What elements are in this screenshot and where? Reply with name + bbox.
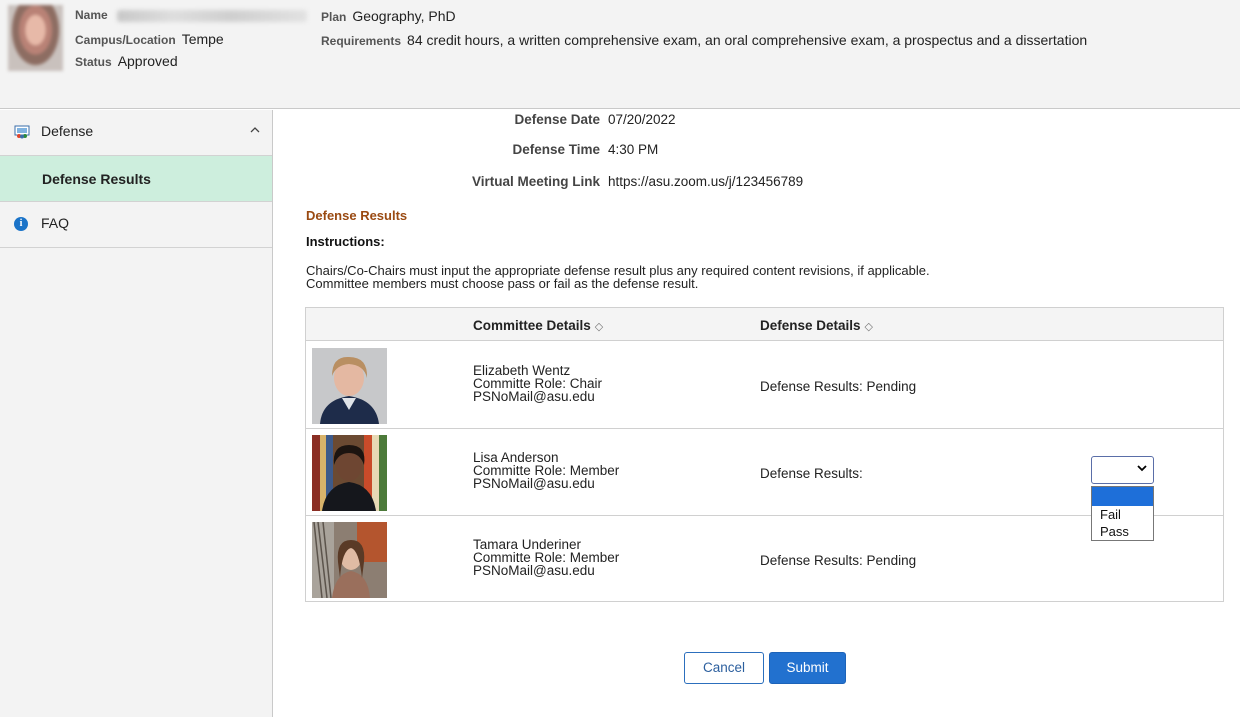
defense-time-value: 4:30 PM <box>608 142 659 157</box>
instructions-label: Instructions: <box>306 234 385 249</box>
defense-result: Defense Results: Pending <box>760 553 917 568</box>
defense-result-dropdown-list: Fail Pass <box>1091 486 1154 541</box>
chevron-up-icon[interactable] <box>250 123 260 137</box>
dropdown-option-pass[interactable]: Pass <box>1092 523 1153 540</box>
committee-grid: Committee Details ◇ Defense Details ◇ Eliz… <box>305 307 1224 602</box>
member-email: PSNoMail@asu.edu <box>473 389 595 404</box>
chevron-down-icon <box>1137 463 1147 475</box>
plan-label: Plan <box>321 10 347 24</box>
campus-row: Campus/Location Tempe <box>75 31 224 47</box>
table-row: Tamara Underiner Committe Role: Member P… <box>306 516 1223 603</box>
status-row: Status Approved <box>75 53 178 69</box>
sidebar-item-label: Defense <box>41 123 94 139</box>
sidebar-item-label: FAQ <box>41 215 70 231</box>
meeting-link-value[interactable]: https://asu.zoom.us/j/123456789 <box>608 174 803 189</box>
student-header: Name Campus/Location Tempe Status Approved… <box>0 0 1240 109</box>
name-label: Name <box>75 8 108 22</box>
dropdown-option-blank[interactable] <box>1092 487 1153 506</box>
dropdown-option-fail[interactable]: Fail <box>1092 506 1153 523</box>
member-photo <box>312 348 387 424</box>
requirements-label: Requirements <box>321 34 402 48</box>
instructions-line: Committee members must choose pass or fa… <box>306 276 699 291</box>
name-row: Name <box>75 7 308 22</box>
status-label: Status <box>75 55 112 69</box>
submit-button[interactable]: Submit <box>769 652 846 684</box>
member-details: Tamara Underiner Committe Role: Member P… <box>473 538 619 578</box>
sidebar-item-defense[interactable]: Defense <box>0 110 272 156</box>
student-photo <box>8 5 63 71</box>
grid-header: Committee Details ◇ Defense Details ◇ <box>306 308 1223 341</box>
member-email: PSNoMail@asu.edu <box>473 563 595 578</box>
defense-date-label: Defense Date <box>514 112 600 127</box>
plan-value: Geography, PhD <box>352 8 456 24</box>
member-email: PSNoMail@asu.edu <box>473 476 595 491</box>
defense-date-value: 07/20/2022 <box>608 112 676 127</box>
campus-value: Tempe <box>181 31 224 47</box>
sidebar-item-label: Defense Results <box>42 171 151 187</box>
member-photo <box>312 522 387 598</box>
sort-icon[interactable]: ◇ <box>865 321 873 333</box>
sidebar-item-faq[interactable]: i FAQ <box>0 202 272 248</box>
defense-result-select[interactable] <box>1091 456 1154 484</box>
table-row: Elizabeth Wentz Committe Role: Chair PSN… <box>306 342 1223 429</box>
member-photo <box>312 435 387 511</box>
col-label: Committee Details <box>473 318 591 333</box>
plan-row: Plan Geography, PhD <box>321 8 456 24</box>
sidebar-item-defense-results[interactable]: Defense Results <box>0 156 272 202</box>
campus-label: Campus/Location <box>75 33 176 47</box>
cancel-button[interactable]: Cancel <box>684 652 764 684</box>
col-defense-details[interactable]: Defense Details ◇ <box>760 318 873 333</box>
defense-result: Defense Results: <box>760 466 863 481</box>
col-committee-details[interactable]: Committee Details ◇ <box>473 318 603 333</box>
requirements-row: Requirements 84 credit hours, a written c… <box>321 32 1087 48</box>
name-value-blurred <box>117 9 308 22</box>
meeting-link-label: Virtual Meeting Link <box>471 174 600 189</box>
status-value: Approved <box>117 53 178 69</box>
member-details: Elizabeth Wentz Committe Role: Chair PSN… <box>473 364 602 404</box>
defense-icon <box>14 125 30 142</box>
table-row: Lisa Anderson Committe Role: Member PSNo… <box>306 429 1223 516</box>
section-title: Defense Results <box>306 208 408 223</box>
defense-result: Defense Results: Pending <box>760 379 917 394</box>
member-details: Lisa Anderson Committe Role: Member PSNo… <box>473 451 619 491</box>
sidebar-nav: Defense Defense Results i FAQ <box>0 110 273 717</box>
instructions-text: Chairs/Co-Chairs must input the appropri… <box>306 264 930 290</box>
col-label: Defense Details <box>760 318 861 333</box>
info-icon: i <box>14 217 28 231</box>
requirements-value: 84 credit hours, a written comprehensive… <box>407 32 1088 48</box>
defense-time-label: Defense Time <box>512 142 600 157</box>
sort-icon[interactable]: ◇ <box>595 321 603 333</box>
